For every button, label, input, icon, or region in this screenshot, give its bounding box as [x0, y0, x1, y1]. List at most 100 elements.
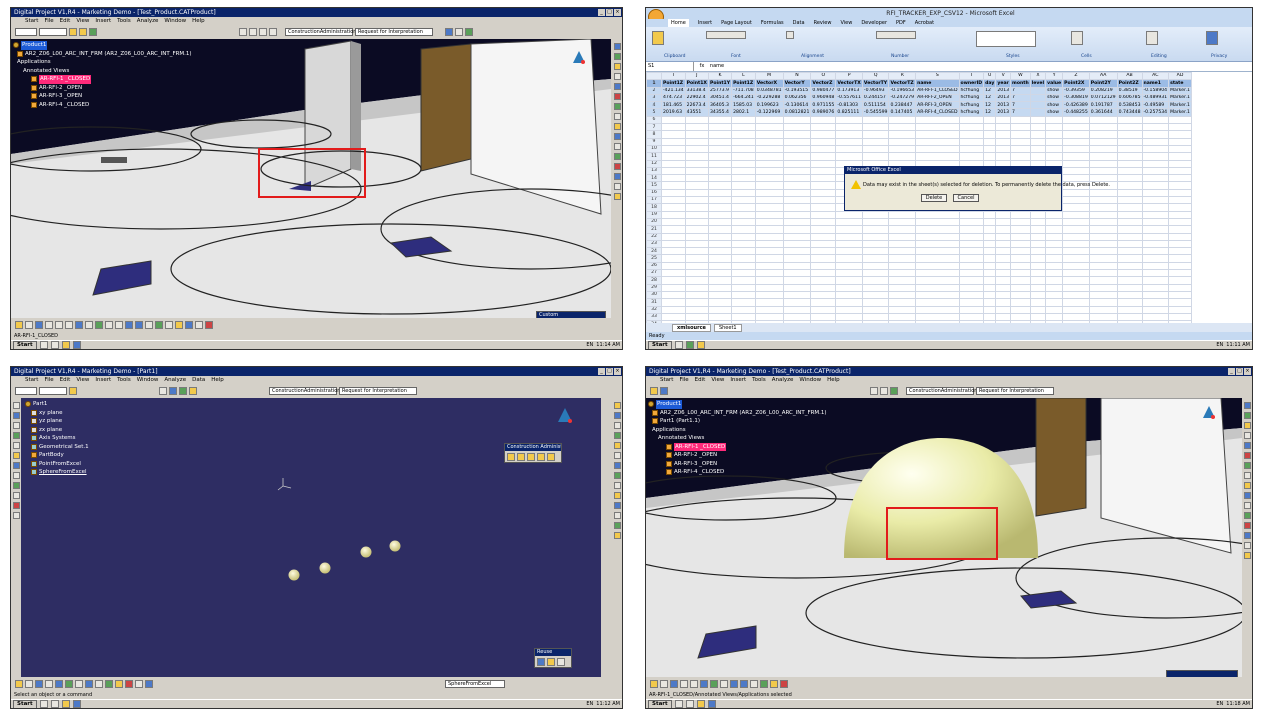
table-cell[interactable] [661, 261, 686, 271]
table-cell[interactable]: -0.448255 [1062, 108, 1090, 117]
column-header[interactable]: V [995, 72, 1012, 81]
table-cell[interactable] [835, 210, 863, 219]
table-cell[interactable] [958, 144, 985, 154]
table-cell[interactable] [661, 305, 686, 314]
row-header[interactable]: 5 [646, 108, 662, 117]
menu-window[interactable]: Window [137, 376, 159, 384]
line-tool-icon[interactable] [870, 387, 878, 395]
tree-node-rfi-1[interactable]: AR-RFI-1 _CLOSED [648, 442, 827, 451]
table-cell[interactable]: VectorY [782, 79, 812, 88]
table-cell[interactable]: 0.960948 [810, 93, 837, 103]
table-cell[interactable] [684, 276, 709, 285]
table-cell[interactable] [684, 254, 709, 263]
table-cell[interactable] [995, 144, 1012, 154]
column-header[interactable]: N [782, 72, 812, 81]
table-cell[interactable] [888, 123, 917, 132]
font-combo[interactable] [706, 31, 746, 39]
tool-icon[interactable] [1243, 512, 1251, 519]
table-cell[interactable]: 0.147405 [888, 108, 917, 117]
zoom-out-icon[interactable] [740, 680, 748, 688]
table-cell[interactable] [754, 115, 784, 125]
table-cell[interactable] [661, 115, 686, 125]
table-cell[interactable] [958, 217, 985, 227]
table-cell[interactable] [782, 239, 812, 249]
table-cell[interactable] [835, 239, 863, 249]
table-cell[interactable] [958, 247, 985, 256]
table-cell[interactable] [958, 115, 985, 125]
tool-icon[interactable] [12, 512, 20, 519]
table-cell[interactable] [661, 312, 686, 322]
table-cell[interactable] [661, 225, 686, 234]
table-cell[interactable] [1116, 203, 1143, 212]
table-cell[interactable] [1010, 152, 1031, 161]
tool-icon[interactable] [613, 442, 621, 449]
paste-icon[interactable] [65, 321, 73, 329]
table-cell[interactable] [958, 232, 985, 241]
table-cell[interactable] [754, 181, 784, 190]
table-cell[interactable] [983, 152, 997, 161]
table-cell[interactable] [915, 268, 960, 278]
row-header[interactable]: 4 [646, 101, 662, 110]
table-cell[interactable] [1062, 283, 1090, 292]
zoom-in-icon[interactable] [125, 321, 133, 329]
tool-icon[interactable] [1243, 442, 1251, 449]
cut-icon[interactable] [680, 680, 688, 688]
table-cell[interactable] [1062, 247, 1090, 256]
table-cell[interactable] [1116, 159, 1143, 168]
table-cell[interactable] [1116, 225, 1143, 234]
table-cell[interactable] [958, 225, 985, 234]
table-cell[interactable] [754, 174, 784, 183]
table-cell[interactable]: 7 [1010, 93, 1031, 103]
row-header[interactable]: 32 [646, 305, 662, 314]
table-cell[interactable] [782, 188, 812, 198]
table-cell[interactable]: hcfhung [958, 86, 985, 95]
tool-icon[interactable] [135, 680, 143, 688]
table-cell[interactable] [810, 115, 837, 125]
table-cell[interactable] [1062, 261, 1090, 271]
table-cell[interactable] [731, 130, 756, 139]
tree-node-zx-plane[interactable]: zx plane [25, 426, 89, 435]
table-cell[interactable] [731, 239, 756, 249]
table-cell[interactable] [731, 217, 756, 227]
table-cell[interactable] [983, 115, 997, 125]
fit-all-icon[interactable] [95, 321, 103, 329]
tool-icon[interactable] [613, 83, 621, 90]
save-icon[interactable] [35, 321, 43, 329]
table-cell[interactable] [995, 283, 1012, 292]
table-cell[interactable]: -421.134 [661, 86, 686, 95]
cut-icon[interactable] [45, 680, 53, 688]
table-cell[interactable] [1029, 130, 1047, 139]
tree-node-rfi-2[interactable]: AR-RFI-2 _OPEN [648, 451, 827, 460]
column-header[interactable]: K [707, 72, 733, 81]
table-cell[interactable] [1141, 232, 1170, 241]
pan-icon[interactable] [720, 680, 728, 688]
table-cell[interactable] [983, 283, 997, 292]
row-header[interactable]: 30 [646, 290, 662, 300]
table-cell[interactable] [1010, 254, 1031, 263]
table-cell[interactable]: Point1Z [661, 79, 686, 88]
table-cell[interactable] [1088, 312, 1118, 322]
table-cell[interactable] [782, 261, 812, 271]
table-cell[interactable] [1010, 283, 1031, 292]
table-cell[interactable] [731, 283, 756, 292]
table-cell[interactable] [888, 239, 917, 249]
tree-node-geometrical-set[interactable]: Geometrical Set.1 [25, 443, 89, 452]
tab-developer[interactable]: Developer [861, 19, 887, 27]
table-cell[interactable] [1116, 239, 1143, 249]
table-cell[interactable] [1062, 152, 1090, 161]
table-cell[interactable] [661, 123, 686, 132]
panel-icon[interactable] [547, 453, 555, 461]
table-cell[interactable]: 474.723 [661, 93, 686, 103]
table-cell[interactable] [731, 196, 756, 205]
menu-file[interactable]: File [44, 376, 53, 384]
row-header[interactable]: 1 [646, 79, 662, 88]
table-cell[interactable]: 43551 [684, 108, 709, 117]
table-cell[interactable] [1116, 115, 1143, 125]
tree-node-rfi-2[interactable]: AR-RFI-2 _OPEN [13, 84, 192, 93]
table-cell[interactable] [958, 283, 985, 292]
table-cell[interactable] [707, 188, 733, 198]
table-cell[interactable] [915, 305, 960, 314]
table-cell[interactable] [661, 144, 686, 154]
table-cell[interactable] [661, 137, 686, 146]
taskbar-app-icon[interactable] [39, 700, 48, 708]
